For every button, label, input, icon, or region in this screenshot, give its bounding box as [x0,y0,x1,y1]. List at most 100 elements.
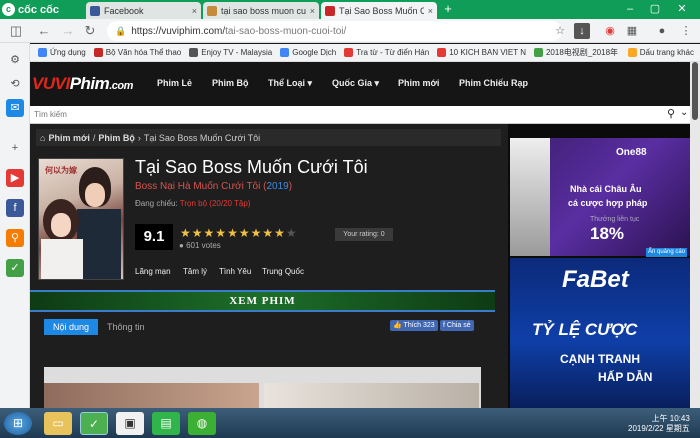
nav-phim-moi[interactable]: Phim mới [398,78,439,88]
rating-score: 9.1 [135,224,173,250]
star-icon[interactable]: ★ [239,226,251,240]
close-icon[interactable]: × [192,6,197,16]
star-rating[interactable]: ★★★★★★★★★★ [180,226,298,240]
bookmark-item[interactable]: Bộ Văn hóa Thể thao [93,48,181,57]
movie-poster[interactable]: 何以为嫁 [38,158,124,280]
country-tag[interactable]: Trung Quốc [262,267,304,276]
messenger-icon[interactable]: ✉ [6,99,24,117]
movie-year[interactable]: 2019 [266,181,288,192]
bookmark-other[interactable]: Dấu trang khác [627,48,694,57]
facebook-like-button[interactable]: 👍 Thích 323 [390,320,438,331]
star-icon[interactable]: ★ [227,226,239,240]
star-icon[interactable]: ★ [180,226,192,240]
coccoc-taskbar-icon[interactable]: ✓ [80,412,108,435]
menu-icon[interactable]: ⋮ [678,23,694,39]
genre-tag[interactable]: Lãng mạn [135,267,171,276]
movie-title: Tại Sao Boss Muốn Cưới Tôi [135,157,368,177]
start-button[interactable]: ⊞ [4,412,32,435]
bookmark-apps[interactable]: Ứng dụng [38,48,86,57]
site-icon [93,48,103,57]
new-tab-button[interactable]: + [440,2,456,17]
star-icon[interactable]: ★ [274,226,286,240]
maximize-icon[interactable]: ▢ [645,0,665,19]
search-icon[interactable]: ⚲ [6,229,24,247]
genre-tag[interactable]: Tâm lý [183,267,207,276]
sidebar-toggle-icon[interactable]: ◫ [8,23,24,39]
thumbnail-image[interactable] [264,383,479,409]
star-icon[interactable]: ★ [251,226,263,240]
ad-banner-one88[interactable]: One88 Nhà cái Châu Âu cá cược hợp pháp T… [510,138,690,256]
scrollbar-thumb[interactable] [692,62,698,120]
clock-time: 上午 10:43 [651,414,690,423]
nav-the-loai[interactable]: Thể Loại ▾ [268,78,312,89]
bookmark-item[interactable]: Enjoy TV - Malaysia [189,48,272,57]
back-icon[interactable]: ← [36,23,52,39]
tab-content[interactable]: Nội dung [44,319,99,335]
add-icon[interactable]: + [6,139,24,157]
close-icon[interactable]: × [428,6,433,16]
ad-text: Nhà cái Châu Âu [570,184,642,194]
search-icon[interactable]: ⚲ [667,107,675,120]
scrollbar[interactable] [690,62,700,408]
iqiyi-icon[interactable]: ▤ [152,412,180,435]
ad-text: TỶ LỆ CƯỢC [532,320,638,339]
nav-quoc-gia[interactable]: Quốc Gia ▾ [332,78,379,89]
chevron-down-icon[interactable]: ⌄ [680,107,688,118]
nav-phim-le[interactable]: Phim Lẻ [157,78,192,88]
star-icon[interactable]: ★ [192,226,204,240]
nav-phim-chieu-rap[interactable]: Phim Chiếu Rạp [459,78,528,88]
translate-icon[interactable]: ▦ [624,23,640,39]
reload-icon[interactable]: ↻ [82,23,98,39]
facebook-share-button[interactable]: f Chia sẻ [440,320,474,331]
system-clock[interactable]: 上午 10:43 2019/2/22 星期五 [628,414,690,434]
minimize-icon[interactable]: – [620,0,640,19]
bookmark-item[interactable]: Google Dịch [280,48,336,57]
app-icon[interactable]: ▣ [116,412,144,435]
tab-info[interactable]: Thông tin [98,319,154,335]
bookmark-label: 2018电视剧_2018年 [545,48,619,57]
thumbnail-image[interactable] [44,383,259,409]
tab-search[interactable]: tại sao boss muon cuoi × [203,2,319,19]
facebook-icon[interactable]: f [6,199,24,217]
genre-tag[interactable]: Tình Yêu [219,267,251,276]
breadcrumb-category[interactable]: Phim Bộ [98,133,135,143]
ad-text: Thưởng liên tục [590,216,640,223]
wechat-icon[interactable]: ◍ [188,412,216,435]
search-input[interactable] [34,108,654,121]
poster-title: 何以为嫁 [45,166,77,175]
hide-ad-button[interactable]: Ẩn quảng cáo [646,248,688,257]
ad-banner-fabet[interactable]: FaBet TỶ LỆ CƯỢC CẠNH TRANH HẤP DẪN [510,258,690,408]
close-icon[interactable]: × [310,6,315,16]
tab-facebook[interactable]: Facebook × [86,2,201,19]
window-close-icon[interactable]: ✕ [672,0,692,19]
ad-brand: One88 [616,147,647,158]
settings-icon[interactable]: ⚙ [6,51,24,69]
star-icon[interactable]: ★ [262,226,274,240]
breadcrumb-home[interactable]: Phim mới [48,133,89,143]
bookmark-item[interactable]: 2018电视剧_2018年 [533,47,619,58]
address-bar[interactable]: 🔒 https://vuviphim.com/tai-sao-boss-muon… [107,21,562,41]
lock-icon: 🔒 [115,25,127,36]
bookmark-label: Enjoy TV - Malaysia [201,48,273,57]
site-icon [344,48,354,57]
coccoc-logo[interactable]: c cốc cốc [2,2,68,17]
history-icon[interactable]: ⟲ [6,75,24,93]
star-icon[interactable]: ☆ [552,23,568,39]
bookmark-item[interactable]: 10 KICH BAN VIET N [437,48,526,57]
coccoc-icon[interactable]: ✓ [6,259,24,277]
bookmark-item[interactable]: Tra từ - Từ điển Hán [344,48,429,57]
watch-movie-button[interactable]: XEM PHIM [30,290,495,312]
tab-label: Facebook [104,5,144,16]
file-explorer-icon[interactable]: ▭ [44,412,72,435]
star-icon[interactable]: ★ [204,226,216,240]
nav-phim-bo[interactable]: Phim Bộ [212,78,249,88]
star-icon[interactable]: ★ [215,226,227,240]
profile-icon[interactable]: ● [654,23,670,39]
youtube-icon[interactable]: ▶ [6,169,24,187]
forward-icon[interactable]: → [60,23,76,39]
tab-active[interactable]: Tại Sao Boss Muốn Cưới × [321,2,437,19]
coccoc-extension-icon[interactable]: ◉ [602,23,618,39]
site-logo[interactable]: VUVIPhim.com [32,74,133,94]
download-icon[interactable]: ↓ [574,23,590,39]
star-icon[interactable]: ★ [286,226,298,240]
